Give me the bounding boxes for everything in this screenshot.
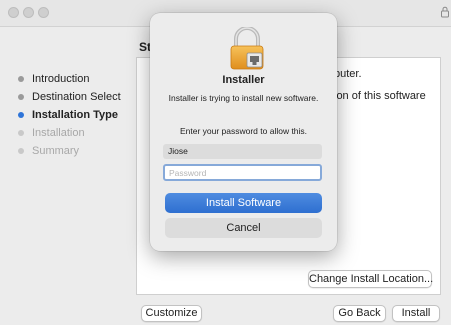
customize-button[interactable]: Customize	[141, 305, 202, 322]
step-dot	[18, 94, 24, 100]
username-field[interactable]: Jiose	[163, 144, 322, 159]
go-back-button[interactable]: Go Back	[333, 305, 386, 322]
lock-icon	[441, 6, 449, 18]
install-button[interactable]: Install	[392, 305, 440, 322]
content-text-line: ion of this software	[334, 90, 426, 102]
step-introduction: Introduction	[12, 70, 137, 88]
step-label: Destination Select	[32, 91, 121, 103]
lock-icon	[230, 27, 264, 70]
close-window-button[interactable]	[8, 7, 19, 18]
password-field[interactable]: Password	[163, 164, 322, 181]
authentication-dialog: Installer Installer is trying to install…	[150, 13, 337, 251]
change-install-location-button[interactable]: Change Install Location...	[308, 270, 433, 288]
dialog-message: Installer is trying to install new softw…	[168, 93, 319, 103]
step-summary: Summary	[12, 142, 137, 160]
step-installation: Installation	[12, 124, 137, 142]
content-text-line: puter.	[334, 68, 362, 80]
step-destination-select: Destination Select	[12, 88, 137, 106]
installer-window: St Introduction Destination Select Insta…	[0, 0, 451, 325]
install-software-button[interactable]: Install Software	[165, 193, 322, 213]
step-dot	[18, 112, 24, 118]
step-label: Installation	[32, 127, 85, 139]
step-label: Summary	[32, 145, 80, 157]
step-dot	[18, 76, 24, 82]
zoom-window-button[interactable]	[38, 7, 49, 18]
steps-sidebar: Introduction Destination Select Installa…	[12, 70, 137, 160]
step-dot	[18, 130, 24, 136]
minimize-window-button[interactable]	[23, 7, 34, 18]
cancel-button[interactable]: Cancel	[165, 218, 322, 238]
step-installation-type: Installation Type	[12, 106, 137, 124]
dialog-title: Installer	[222, 74, 265, 86]
step-dot	[18, 148, 24, 154]
dialog-prompt: Enter your password to allow this.	[179, 126, 308, 136]
step-label: Introduction	[32, 73, 90, 85]
step-label: Installation Type	[32, 109, 118, 121]
